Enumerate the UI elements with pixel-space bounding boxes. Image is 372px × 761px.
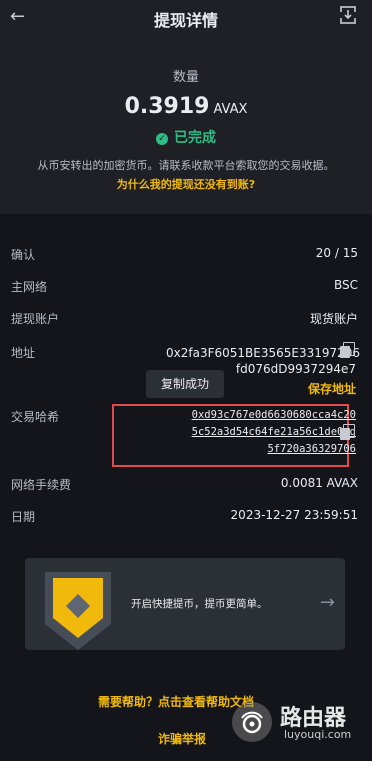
- quick-withdraw-banner[interactable]: 开启快捷提币，提币更简单。 →: [25, 558, 345, 650]
- fee-value: 0.0081 AVAX: [280, 476, 358, 490]
- arrow-right-icon[interactable]: →: [320, 592, 335, 613]
- amount-label: 数量: [172, 70, 199, 85]
- help-docs-link[interactable]: 需要帮助？点击查看帮助文档: [98, 693, 254, 710]
- address-label: 地址: [11, 346, 36, 360]
- page-title: 提现详情: [153, 11, 218, 30]
- copy-txhash-icon[interactable]: [340, 424, 355, 440]
- watermark-logo-icon: [232, 702, 272, 742]
- txhash-value[interactable]: 0xd93c767e0d6630680cca4c20 5c52a3d54c64f…: [141, 407, 356, 458]
- scam-report-link[interactable]: 诈骗举报: [158, 730, 206, 747]
- account-value: 现货账户: [309, 312, 358, 326]
- top-bar: ← 提现详情: [0, 0, 372, 34]
- txhash-line-1: 0xd93c767e0d6630680cca4c20: [191, 409, 356, 421]
- amount-value: 0.3919: [124, 94, 210, 119]
- copy-success-toast: 复制成功: [146, 370, 224, 398]
- save-address-link[interactable]: 保存地址: [308, 380, 356, 397]
- watermark-url: luyouqi.com: [284, 728, 352, 741]
- copy-address-icon[interactable]: [340, 342, 355, 358]
- fee-label: 网络手续费: [11, 478, 72, 492]
- why-not-arrived-link[interactable]: 为什么我的提现还没有到账?: [0, 176, 372, 192]
- shield-icon: [45, 572, 111, 650]
- receipt-note: 从币安转出的加密货币。请联系收款平台索取您的交易收据。: [37, 159, 335, 172]
- share-icon[interactable]: [340, 6, 356, 24]
- banner-text: 开启快捷提币，提币更简单。: [131, 598, 268, 610]
- txhash-label: 交易哈希: [11, 410, 60, 424]
- amount: 0.3919 AVAX: [0, 94, 372, 119]
- status: ✓ 已完成: [0, 127, 372, 147]
- status-text: 已完成: [174, 130, 216, 146]
- network-label: 主网络: [11, 280, 48, 294]
- summary-panel: 数量 0.3919 AVAX ✓ 已完成 从币安转出的加密货币。请联系收款平台索取您…: [0, 34, 372, 214]
- watermark: 路由器 luyouqi.com: [232, 698, 358, 744]
- txhash-line-3: 5f720a36329706: [267, 443, 356, 455]
- date-value: 2023-12-27 23:59:51: [230, 508, 358, 522]
- confirm-value: 20 / 15: [315, 246, 358, 260]
- details-list: 确认 20 / 15 主网络 BSC 提现账户 现货账户 地址 0x2fa3F6…: [0, 214, 372, 544]
- check-circle-icon: ✓: [156, 133, 168, 145]
- amount-unit: AVAX: [213, 102, 248, 117]
- network-value: BSC: [333, 278, 358, 292]
- txhash-line-2: 5c52a3d54c64fe21a56c1de0cd: [191, 426, 356, 438]
- confirm-label: 确认: [11, 248, 36, 262]
- address-line-1: 0x2fa3F6051BE3565E33197206: [166, 346, 361, 360]
- date-label: 日期: [11, 510, 36, 524]
- account-label: 提现账户: [11, 312, 60, 326]
